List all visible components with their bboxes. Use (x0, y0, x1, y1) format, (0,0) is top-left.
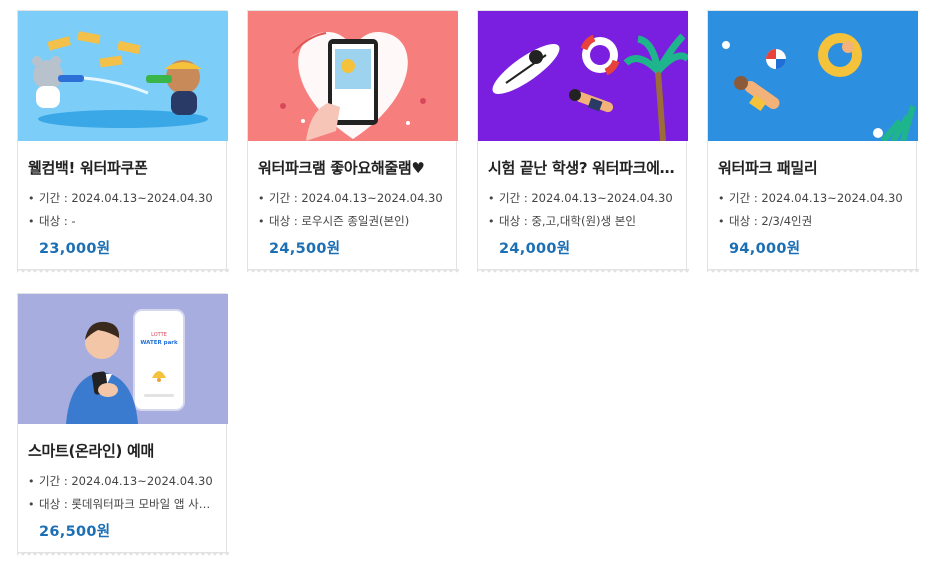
phone-logo-line2: WATER park (140, 340, 178, 346)
product-card-smart-booking[interactable]: LOTTE WATER park 스마트(온라인) 예매 기간 : 2024.0… (17, 293, 229, 559)
card-period: 기간 : 2024.04.13~2024.04.30 (718, 187, 908, 210)
card-price: 94,000원 (729, 241, 801, 257)
card-target: 대상 : - (28, 210, 218, 233)
card-thumbnail (18, 11, 228, 141)
card-period: 기간 : 2024.04.13~2024.04.30 (28, 470, 218, 493)
card-thumbnail: LOTTE WATER park (18, 294, 228, 424)
heart-phone-illustration (248, 11, 458, 141)
beach-swimmers-illustration (478, 11, 688, 141)
card-zigzag-edge (247, 269, 459, 276)
card-title: 워터파크 패밀리 (718, 159, 818, 177)
card-zigzag-edge (17, 552, 229, 559)
card-title: 워터파크램 좋아요해줄램♥ (258, 159, 425, 177)
product-card-family[interactable]: 워터파크 패밀리 기간 : 2024.04.13~2024.04.30 대상 :… (707, 10, 919, 276)
card-thumbnail (248, 11, 458, 141)
product-card-like-event[interactable]: 워터파크램 좋아요해줄램♥ 기간 : 2024.04.13~2024.04.30… (247, 10, 459, 276)
card-period: 기간 : 2024.04.13~2024.04.30 (258, 187, 448, 210)
card-price: 23,000원 (39, 241, 111, 257)
water-gun-bears-illustration (18, 11, 228, 141)
phone-logo-line1: LOTTE (151, 332, 167, 338)
card-title: 스마트(온라인) 예매 (28, 442, 155, 460)
card-target: 대상 : 로우시즌 종일권(본인) (258, 210, 448, 233)
card-zigzag-edge (17, 269, 229, 276)
card-price: 24,000원 (499, 241, 571, 257)
card-thumbnail (708, 11, 918, 141)
product-card-student[interactable]: 시험 끝난 학생? 워터파크에서 놀자 기간 : 2024.04.13~2024… (477, 10, 689, 276)
card-title: 웰컴백! 워터파쿠폰 (28, 159, 148, 177)
product-card-welcome-coupon[interactable]: 웰컴백! 워터파쿠폰 기간 : 2024.04.13~2024.04.30 대상… (17, 10, 229, 276)
card-title: 시험 끝난 학생? 워터파크에서 놀자 (488, 159, 676, 177)
card-price: 24,500원 (269, 241, 341, 257)
card-period: 기간 : 2024.04.13~2024.04.30 (28, 187, 218, 210)
card-target: 대상 : 2/3/4인권 (718, 210, 908, 233)
card-zigzag-edge (707, 269, 919, 276)
product-grid: 웰컴백! 워터파쿠폰 기간 : 2024.04.13~2024.04.30 대상… (0, 0, 944, 569)
card-target: 대상 : 롯데워터파크 모바일 앱 사용자 (28, 493, 218, 516)
mobile-app-man-illustration: LOTTE WATER park (18, 294, 228, 424)
card-zigzag-edge (477, 269, 689, 276)
card-period: 기간 : 2024.04.13~2024.04.30 (488, 187, 678, 210)
card-target: 대상 : 중,고,대학(원)생 본인 (488, 210, 678, 233)
card-thumbnail (478, 11, 688, 141)
pool-family-illustration (708, 11, 918, 141)
card-price: 26,500원 (39, 524, 111, 540)
